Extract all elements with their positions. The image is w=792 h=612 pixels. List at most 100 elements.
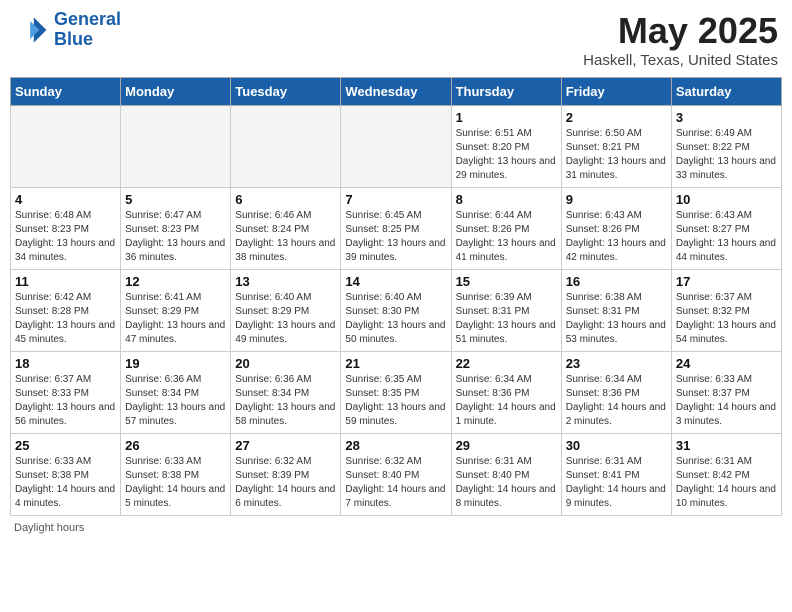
day-number: 8 [456,192,557,207]
day-number: 27 [235,438,336,453]
calendar-cell: 3 Sunrise: 6:49 AM Sunset: 8:22 PM Daylig… [671,106,781,188]
day-number: 12 [125,274,226,289]
calendar-cell [231,106,341,188]
day-info: Sunrise: 6:35 AM Sunset: 8:35 PM Dayligh… [345,373,446,429]
day-number: 21 [345,356,446,371]
day-number: 17 [676,274,777,289]
calendar-cell: 30Sunrise: 6:31 AM Sunset: 8:41 PM Dayli… [561,434,671,516]
calendar-cell: 11Sunrise: 6:42 AM Sunset: 8:28 PM Dayli… [11,270,121,352]
day-info: Sunrise: 6:43 AM Sunset: 8:26 PM Dayligh… [566,209,667,265]
day-number: 5 [125,192,226,207]
day-info: Sunrise: 6:40 AM Sunset: 8:30 PM Dayligh… [345,291,446,347]
day-number: 18 [15,356,116,371]
calendar-week-3: 11Sunrise: 6:42 AM Sunset: 8:28 PM Dayli… [11,270,782,352]
day-number: 31 [676,438,777,453]
day-info: Sunrise: 6:36 AM Sunset: 8:34 PM Dayligh… [125,373,226,429]
day-number: 9 [566,192,667,207]
day-number: 3 [676,110,777,125]
day-number: 14 [345,274,446,289]
day-number: 22 [456,356,557,371]
calendar-cell: 29Sunrise: 6:31 AM Sunset: 8:40 PM Dayli… [451,434,561,516]
day-number: 13 [235,274,336,289]
calendar: SundayMondayTuesdayWednesdayThursdayFrid… [10,77,782,516]
calendar-cell [11,106,121,188]
calendar-cell: 19 Sunrise: 6:36 AM Sunset: 8:34 PM Dayli… [121,352,231,434]
calendar-header-saturday: Saturday [671,78,781,106]
day-number: 19 [125,356,226,371]
day-info: Sunrise: 6:31 AM Sunset: 8:42 PM Dayligh… [676,455,777,511]
calendar-header-sunday: Sunday [11,78,121,106]
calendar-week-5: 25 Sunrise: 6:33 AM Sunset: 8:38 PM Dayli… [11,434,782,516]
footer: Daylight hours [10,522,782,534]
calendar-cell: 27 Sunrise: 6:32 AM Sunset: 8:39 PM Dayli… [231,434,341,516]
calendar-cell: 21 Sunrise: 6:35 AM Sunset: 8:35 PM Dayli… [341,352,451,434]
calendar-cell: 15 Sunrise: 6:39 AM Sunset: 8:31 PM Dayli… [451,270,561,352]
logo-icon [14,12,50,48]
calendar-cell: 10 Sunrise: 6:43 AM Sunset: 8:27 PM Dayli… [671,188,781,270]
calendar-header-tuesday: Tuesday [231,78,341,106]
day-info: Sunrise: 6:50 AM Sunset: 8:21 PM Dayligh… [566,127,667,183]
calendar-cell: 13 Sunrise: 6:40 AM Sunset: 8:29 PM Dayli… [231,270,341,352]
day-info: Sunrise: 6:42 AM Sunset: 8:28 PM Dayligh… [15,291,116,347]
logo-line1: General [54,10,121,30]
day-number: 25 [15,438,116,453]
calendar-week-4: 18Sunrise: 6:37 AM Sunset: 8:33 PM Dayli… [11,352,782,434]
calendar-cell: 16Sunrise: 6:38 AM Sunset: 8:31 PM Dayli… [561,270,671,352]
day-info: Sunrise: 6:39 AM Sunset: 8:31 PM Dayligh… [456,291,557,347]
day-number: 7 [345,192,446,207]
footer-text: Daylight hours [14,522,84,534]
calendar-header-monday: Monday [121,78,231,106]
calendar-cell: 25 Sunrise: 6:33 AM Sunset: 8:38 PM Dayli… [11,434,121,516]
calendar-cell: 18Sunrise: 6:37 AM Sunset: 8:33 PM Dayli… [11,352,121,434]
day-info: Sunrise: 6:47 AM Sunset: 8:23 PM Dayligh… [125,209,226,265]
subtitle: Haskell, Texas, United States [583,52,778,69]
day-info: Sunrise: 6:32 AM Sunset: 8:39 PM Dayligh… [235,455,336,511]
day-info: Sunrise: 6:48 AM Sunset: 8:23 PM Dayligh… [15,209,116,265]
day-number: 1 [456,110,557,125]
logo: General Blue [14,10,121,50]
calendar-cell: 6Sunrise: 6:46 AM Sunset: 8:24 PM Daylig… [231,188,341,270]
day-number: 26 [125,438,226,453]
day-number: 15 [456,274,557,289]
day-info: Sunrise: 6:51 AM Sunset: 8:20 PM Dayligh… [456,127,557,183]
day-info: Sunrise: 6:40 AM Sunset: 8:29 PM Dayligh… [235,291,336,347]
calendar-cell: 20Sunrise: 6:36 AM Sunset: 8:34 PM Dayli… [231,352,341,434]
calendar-cell: 23Sunrise: 6:34 AM Sunset: 8:36 PM Dayli… [561,352,671,434]
day-number: 23 [566,356,667,371]
day-info: Sunrise: 6:31 AM Sunset: 8:41 PM Dayligh… [566,455,667,511]
day-info: Sunrise: 6:33 AM Sunset: 8:38 PM Dayligh… [125,455,226,511]
calendar-cell: 14 Sunrise: 6:40 AM Sunset: 8:30 PM Dayli… [341,270,451,352]
calendar-cell: 1 Sunrise: 6:51 AM Sunset: 8:20 PM Daylig… [451,106,561,188]
logo-line2: Blue [54,30,121,50]
day-info: Sunrise: 6:44 AM Sunset: 8:26 PM Dayligh… [456,209,557,265]
day-info: Sunrise: 6:49 AM Sunset: 8:22 PM Dayligh… [676,127,777,183]
calendar-cell [121,106,231,188]
day-number: 20 [235,356,336,371]
day-number: 10 [676,192,777,207]
calendar-header-wednesday: Wednesday [341,78,451,106]
calendar-cell: 4 Sunrise: 6:48 AM Sunset: 8:23 PM Daylig… [11,188,121,270]
title-block: May 2025 Haskell, Texas, United States [583,10,778,69]
calendar-cell: 17 Sunrise: 6:37 AM Sunset: 8:32 PM Dayli… [671,270,781,352]
day-info: Sunrise: 6:38 AM Sunset: 8:31 PM Dayligh… [566,291,667,347]
calendar-cell: 26 Sunrise: 6:33 AM Sunset: 8:38 PM Dayli… [121,434,231,516]
day-info: Sunrise: 6:41 AM Sunset: 8:29 PM Dayligh… [125,291,226,347]
day-info: Sunrise: 6:33 AM Sunset: 8:38 PM Dayligh… [15,455,116,511]
header: General Blue May 2025 Haskell, Texas, Un… [10,10,782,69]
calendar-cell: 28Sunrise: 6:32 AM Sunset: 8:40 PM Dayli… [341,434,451,516]
calendar-header-row: SundayMondayTuesdayWednesdayThursdayFrid… [11,78,782,106]
calendar-header-friday: Friday [561,78,671,106]
day-info: Sunrise: 6:43 AM Sunset: 8:27 PM Dayligh… [676,209,777,265]
calendar-cell: 12 Sunrise: 6:41 AM Sunset: 8:29 PM Dayli… [121,270,231,352]
calendar-cell: 24 Sunrise: 6:33 AM Sunset: 8:37 PM Dayli… [671,352,781,434]
calendar-cell: 22Sunrise: 6:34 AM Sunset: 8:36 PM Dayli… [451,352,561,434]
day-number: 24 [676,356,777,371]
calendar-cell: 2Sunrise: 6:50 AM Sunset: 8:21 PM Daylig… [561,106,671,188]
day-number: 28 [345,438,446,453]
calendar-header-thursday: Thursday [451,78,561,106]
day-info: Sunrise: 6:37 AM Sunset: 8:32 PM Dayligh… [676,291,777,347]
main-title: May 2025 [583,10,778,52]
day-info: Sunrise: 6:33 AM Sunset: 8:37 PM Dayligh… [676,373,777,429]
day-number: 4 [15,192,116,207]
calendar-cell: 31 Sunrise: 6:31 AM Sunset: 8:42 PM Dayli… [671,434,781,516]
